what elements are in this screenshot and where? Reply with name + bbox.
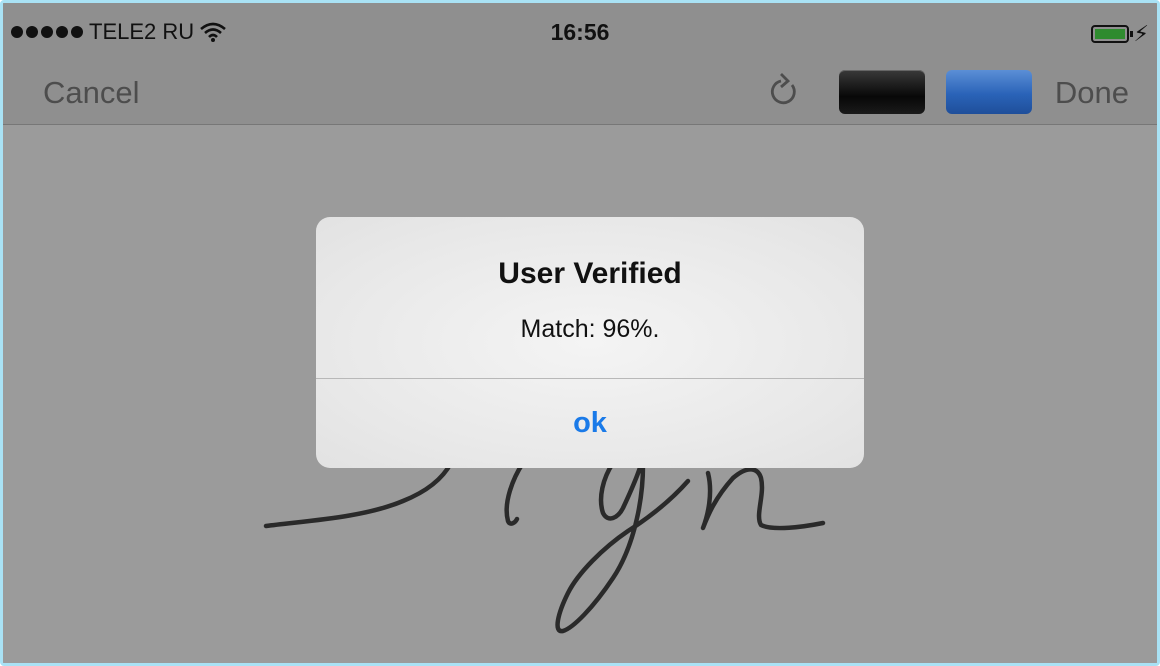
verification-alert: User Verified Match: 96%. ok (316, 217, 864, 468)
alert-message: Match: 96%. (520, 315, 660, 343)
phone-screen: TELE2 RU 16:56 ⚡ Cancel Done User Verifi… (0, 0, 1160, 666)
ok-button[interactable]: ok (316, 379, 864, 468)
alert-title: User Verified (498, 257, 682, 290)
